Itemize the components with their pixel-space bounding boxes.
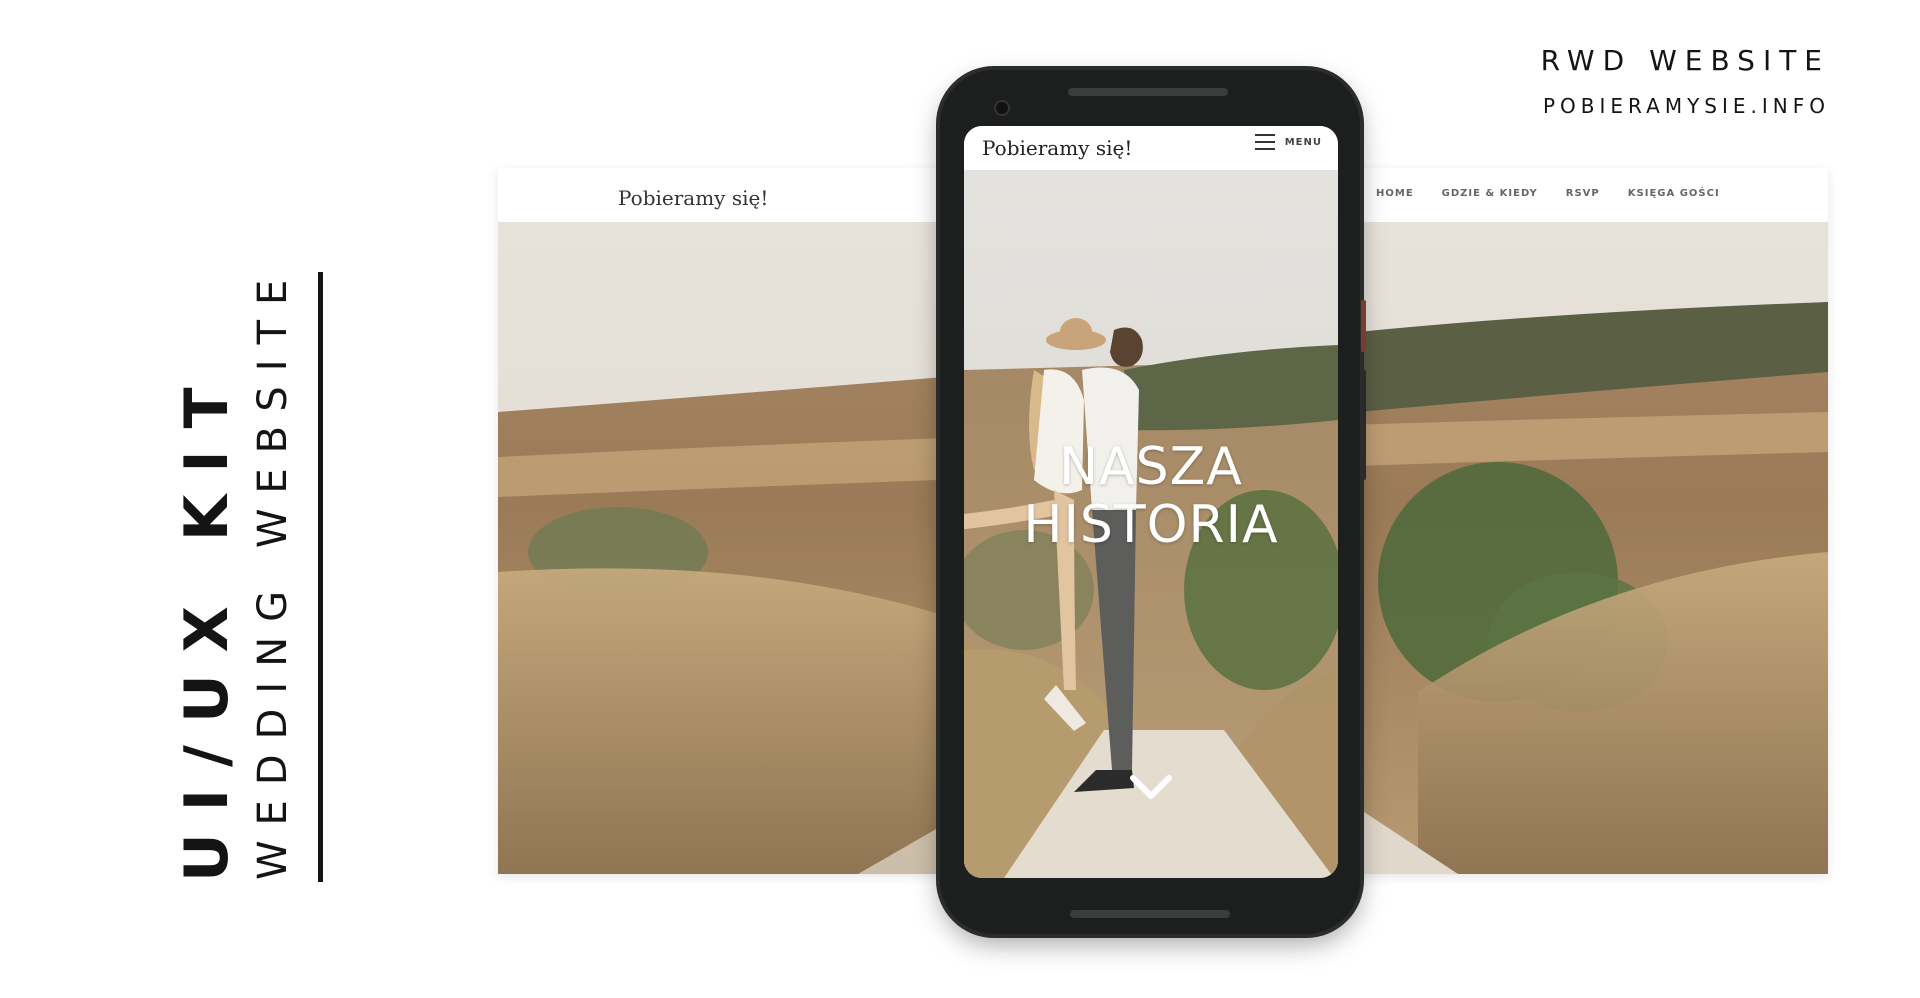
website-url[interactable]: POBIERAMYSIE.INFO [1543,94,1830,118]
chevron-down-icon[interactable] [1127,768,1175,808]
camera-icon [996,102,1008,114]
hero-title: NASZA HISTORIA [964,438,1338,554]
menu-button[interactable]: MENU [1254,134,1322,150]
rwd-label: RWD WEBSITE [1540,44,1830,77]
phone-speaker [1068,88,1228,96]
kit-title: UI/UX KIT [172,365,242,882]
phone-home-indicator [1070,910,1230,918]
desktop-nav: HOME GDZIE & KIEDY RSVP KSIĘGA GOŚCI [1376,188,1720,199]
phone-mockup: Pobieramy się! MENU NASZA HISTORIA [940,70,1366,934]
nav-home[interactable]: HOME [1376,188,1414,199]
phone-volume-button [1361,300,1366,352]
phone-side-button [1361,370,1366,480]
phone-screen: Pobieramy się! MENU NASZA HISTORIA [964,126,1338,878]
desktop-logo[interactable]: Pobieramy się! [618,186,768,210]
hamburger-icon[interactable] [1254,134,1275,150]
kit-subtitle: WEDDING WEBSITE [250,264,296,880]
nav-gdzie-kiedy[interactable]: GDZIE & KIEDY [1442,188,1538,199]
mobile-header: Pobieramy się! MENU [964,126,1338,170]
menu-label[interactable]: MENU [1285,137,1322,148]
mobile-logo[interactable]: Pobieramy się! [982,136,1132,160]
nav-rsvp[interactable]: RSVP [1566,188,1600,199]
hero-title-line1: NASZA [1059,437,1243,497]
nav-ksiega-gosci[interactable]: KSIĘGA GOŚCI [1628,188,1720,199]
divider-line [318,272,323,882]
hero-title-line2: HISTORIA [1023,495,1279,555]
